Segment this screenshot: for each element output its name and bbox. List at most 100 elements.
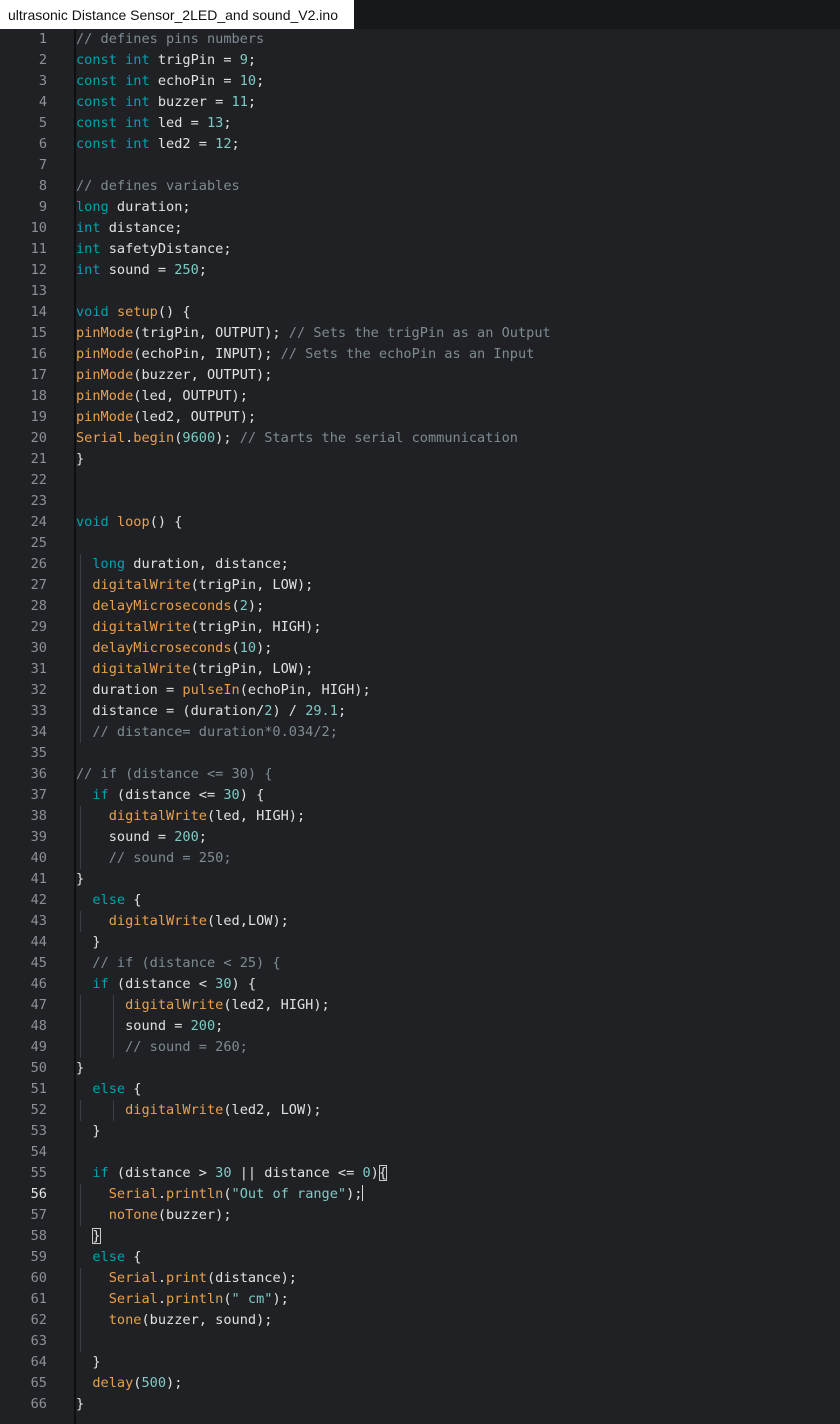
- code-line[interactable]: 46 if (distance < 30) {: [0, 974, 840, 995]
- code-line[interactable]: 4 const int buzzer = 11;: [0, 92, 840, 113]
- code-line[interactable]: 53 }: [0, 1121, 840, 1142]
- code-token: 10: [239, 73, 257, 89]
- line-number: 54: [30, 1144, 47, 1160]
- code-line[interactable]: 45 // if (distance < 25) {: [0, 953, 840, 974]
- code-text: }: [76, 1226, 101, 1247]
- code-text: const int led2 = 12;: [76, 134, 240, 155]
- code-line[interactable]: 3 const int echoPin = 10;: [0, 71, 840, 92]
- code-line[interactable]: 5 const int led = 13;: [0, 113, 840, 134]
- code-token: ;: [256, 73, 265, 89]
- code-text: }: [76, 1058, 84, 1079]
- code-line[interactable]: 44 }: [0, 932, 840, 953]
- code-line[interactable]: 21}: [0, 449, 840, 470]
- code-line[interactable]: 51 else {: [0, 1079, 840, 1100]
- code-line[interactable]: 40 // sound = 250;: [0, 848, 840, 869]
- code-line[interactable]: 61 Serial.println(" cm");: [0, 1289, 840, 1310]
- code-text: }: [76, 1121, 100, 1142]
- code-line[interactable]: 30 delayMicroseconds(10);: [0, 638, 840, 659]
- code-line[interactable]: 39 sound = 200;: [0, 827, 840, 848]
- code-line[interactable]: 14 void setup() {: [0, 302, 840, 323]
- code-line[interactable]: 19 pinMode(led2, OUTPUT);: [0, 407, 840, 428]
- code-line[interactable]: 22: [0, 470, 840, 491]
- code-line[interactable]: 35: [0, 743, 840, 764]
- code-line[interactable]: 55 if (distance > 30 || distance <= 0){: [0, 1163, 840, 1184]
- code-line[interactable]: 60 Serial.print(distance);: [0, 1268, 840, 1289]
- code-line[interactable]: 41}: [0, 869, 840, 890]
- code-text: Serial.begin(9600); // Starts the serial…: [76, 428, 518, 449]
- code-line[interactable]: 54: [0, 1142, 840, 1163]
- code-line[interactable]: 38 digitalWrite(led, HIGH);: [0, 806, 840, 827]
- code-line[interactable]: 6 const int led2 = 12;: [0, 134, 840, 155]
- code-comment: // sound = 250;: [108, 850, 232, 866]
- code-line[interactable]: 50}: [0, 1058, 840, 1079]
- code-line[interactable]: 17 pinMode(buzzer, OUTPUT);: [0, 365, 840, 386]
- code-line[interactable]: 58 }: [0, 1226, 840, 1247]
- code-line[interactable]: 28 delayMicroseconds(2);: [0, 596, 840, 617]
- code-token: (led2, LOW);: [223, 1102, 322, 1118]
- code-line[interactable]: 25: [0, 533, 840, 554]
- code-line[interactable]: 24 void loop() {: [0, 512, 840, 533]
- code-line[interactable]: 27 digitalWrite(trigPin, LOW);: [0, 575, 840, 596]
- code-line[interactable]: 1 // defines pins numbers: [0, 29, 840, 50]
- code-line[interactable]: 32 duration = pulseIn(echoPin, HIGH);: [0, 680, 840, 701]
- code-line[interactable]: 2 const int trigPin = 9;: [0, 50, 840, 71]
- code-line[interactable]: 66}: [0, 1394, 840, 1415]
- code-line[interactable]: 52 digitalWrite(led2, LOW);: [0, 1100, 840, 1121]
- file-tab[interactable]: ultrasonic Distance Sensor_2LED_and soun…: [0, 0, 354, 29]
- code-text: pinMode(echoPin, INPUT); // Sets the ech…: [76, 344, 534, 365]
- code-text: digitalWrite(trigPin, LOW);: [76, 575, 313, 596]
- code-token: const: [76, 73, 117, 89]
- line-number: 46: [30, 976, 47, 992]
- code-line[interactable]: 62 tone(buzzer, sound);: [0, 1310, 840, 1331]
- code-line[interactable]: 63: [0, 1331, 840, 1352]
- code-line[interactable]: 56 Serial.println("Out of range");: [0, 1184, 840, 1205]
- code-line[interactable]: 33 distance = (duration/2) / 29.1;: [0, 701, 840, 722]
- code-token: );: [247, 598, 265, 614]
- line-number: 64: [30, 1354, 47, 1370]
- code-token: duration, distance;: [125, 556, 289, 572]
- code-line[interactable]: 18 pinMode(led, OUTPUT);: [0, 386, 840, 407]
- code-line[interactable]: 47 digitalWrite(led2, HIGH);: [0, 995, 840, 1016]
- code-text: digitalWrite(trigPin, HIGH);: [76, 617, 321, 638]
- code-text: else {: [76, 1247, 142, 1268]
- line-number: 51: [30, 1081, 47, 1097]
- code-text: if (distance < 30) {: [76, 974, 256, 995]
- code-line[interactable]: 49 // sound = 260;: [0, 1037, 840, 1058]
- code-token: 13: [206, 115, 224, 131]
- code-token: distance;: [100, 220, 183, 236]
- code-line[interactable]: 29 digitalWrite(trigPin, HIGH);: [0, 617, 840, 638]
- code-line[interactable]: 23: [0, 491, 840, 512]
- code-line[interactable]: 48 sound = 200;: [0, 1016, 840, 1037]
- code-line[interactable]: 20 Serial.begin(9600); // Starts the seri…: [0, 428, 840, 449]
- code-token: Serial: [108, 1186, 158, 1202]
- code-line[interactable]: 31 digitalWrite(trigPin, LOW);: [0, 659, 840, 680]
- code-line[interactable]: 36 // if (distance <= 30) {: [0, 764, 840, 785]
- code-token: {: [125, 1249, 142, 1265]
- code-editor[interactable]: 1 // defines pins numbers 2 const int trigP…: [0, 29, 840, 1424]
- code-token: 10: [239, 640, 257, 656]
- code-line[interactable]: 9 long duration;: [0, 197, 840, 218]
- code-line[interactable]: 59 else {: [0, 1247, 840, 1268]
- code-line[interactable]: 64 }: [0, 1352, 840, 1373]
- code-line[interactable]: 12 int sound = 250;: [0, 260, 840, 281]
- code-line[interactable]: 34 // distance= duration*0.034/2;: [0, 722, 840, 743]
- code-line[interactable]: 11 int safetyDistance;: [0, 239, 840, 260]
- code-line[interactable]: 8 // defines variables: [0, 176, 840, 197]
- code-line[interactable]: 65 delay(500);: [0, 1373, 840, 1394]
- code-token: digitalWrite: [125, 997, 224, 1013]
- code-line[interactable]: 37 if (distance <= 30) {: [0, 785, 840, 806]
- indent-guide: [80, 1184, 82, 1226]
- code-line[interactable]: 57 noTone(buzzer);: [0, 1205, 840, 1226]
- code-line[interactable]: 42 else {: [0, 890, 840, 911]
- code-line[interactable]: 26 long duration, distance;: [0, 554, 840, 575]
- code-token: led2 =: [149, 136, 216, 152]
- code-line[interactable]: 16 pinMode(echoPin, INPUT); // Sets the e…: [0, 344, 840, 365]
- code-line[interactable]: 13: [0, 281, 840, 302]
- code-token: sound =: [76, 829, 175, 845]
- code-line[interactable]: 43 digitalWrite(led,LOW);: [0, 911, 840, 932]
- code-line[interactable]: 15 pinMode(trigPin, OUTPUT); // Sets the …: [0, 323, 840, 344]
- code-line[interactable]: 10 int distance;: [0, 218, 840, 239]
- code-line[interactable]: 7: [0, 155, 840, 176]
